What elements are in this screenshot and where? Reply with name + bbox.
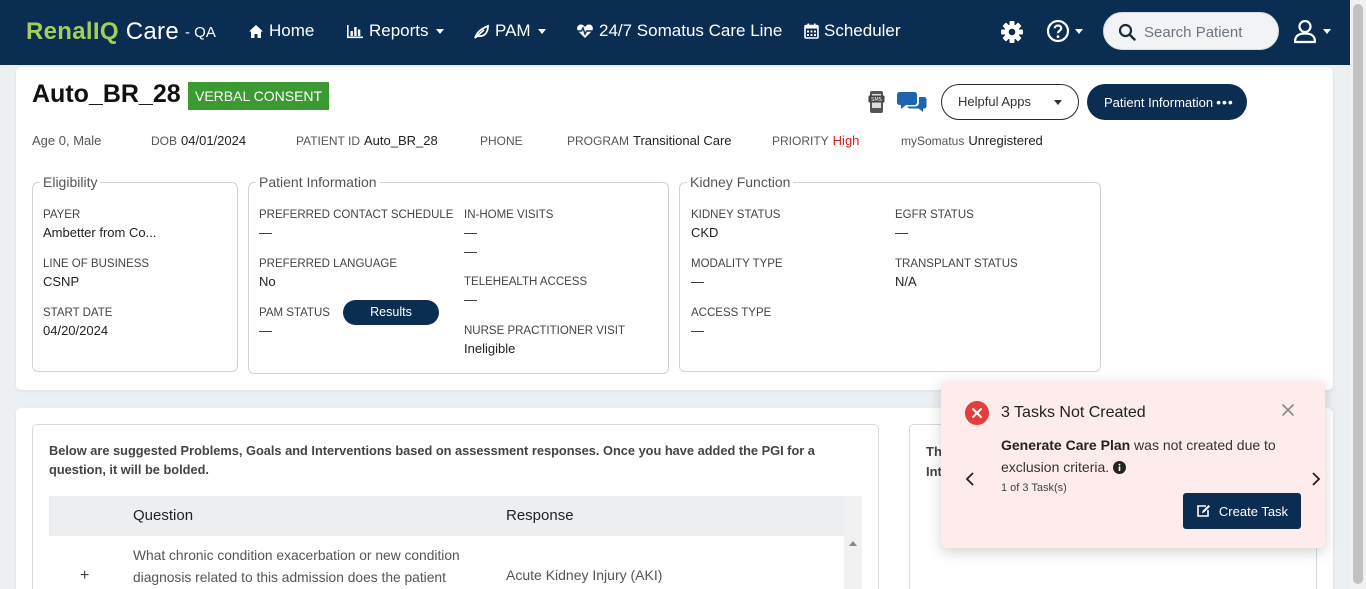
nav-pam[interactable]: PAM xyxy=(473,21,546,41)
patient-id-field: PATIENT ID Auto_BR_28 xyxy=(296,133,438,148)
expand-row-icon[interactable]: + xyxy=(80,567,89,585)
chat-icon[interactable] xyxy=(897,90,927,114)
mysomatus-field: mySomatus Unregistered xyxy=(901,133,1043,148)
preferred-contact-field: PREFERRED CONTACT SCHEDULE — xyxy=(259,209,454,240)
kidney-function-legend: Kidney Function xyxy=(690,174,791,190)
leaf-icon xyxy=(474,24,489,39)
nav-home-label: Home xyxy=(269,21,315,40)
edit-icon xyxy=(1197,505,1210,517)
pgi-intro-text: Below are suggested Problems, Goals and … xyxy=(49,443,815,477)
patient-information-button[interactable]: Patient Information ••• xyxy=(1087,84,1247,120)
toast-title: 3 Tasks Not Created xyxy=(1001,404,1146,421)
kidney-status-field: KIDNEY STATUS CKD xyxy=(691,209,781,240)
page-scrollbar[interactable] xyxy=(1350,0,1366,589)
patient-information-label: Patient Information xyxy=(1104,95,1214,110)
helpful-apps-label: Helpful Apps xyxy=(958,94,1031,109)
column-question: Question xyxy=(133,507,194,524)
line-of-business-field: LINE OF BUSINESS CSNP xyxy=(43,258,150,289)
patient-name: Auto_BR_28 xyxy=(32,80,181,108)
nav-reports-label: Reports xyxy=(369,21,429,40)
telehealth-access-field: TELEHEALTH ACCESS — xyxy=(464,276,588,307)
chevron-down-icon xyxy=(1075,28,1083,34)
nav-scheduler-label: Scheduler xyxy=(824,21,901,40)
top-navbar: RenalIQ Care - QA Home Reports PAM 24/7 … xyxy=(0,0,1350,65)
gear-icon[interactable] xyxy=(1000,20,1024,44)
sms-icon[interactable]: SMS xyxy=(868,90,889,114)
consent-badge: VERBAL CONSENT xyxy=(188,82,330,110)
scroll-up-arrow-icon[interactable] xyxy=(849,541,857,546)
pgi-table-header: Question Response xyxy=(49,496,844,536)
home-icon xyxy=(249,24,263,38)
environment-label: - QA xyxy=(185,24,216,41)
scrollbar-thumb[interactable] xyxy=(1353,4,1363,584)
table-row-response: Acute Kidney Injury (AKI) xyxy=(506,567,663,583)
egfr-status-field: EGFR STATUS — xyxy=(895,209,974,240)
preferred-language-field: PREFERRED LANGUAGE No xyxy=(259,258,398,289)
chevron-right-icon[interactable] xyxy=(1310,471,1322,487)
phone-field: PHONE xyxy=(480,134,523,148)
nav-care-line[interactable]: 24/7 Somatus Care Line xyxy=(576,21,782,41)
chevron-down-icon xyxy=(1054,100,1062,105)
transplant-status-field: TRANSPLANT STATUS N/A xyxy=(895,258,1018,289)
user-icon xyxy=(1293,19,1317,44)
help-menu[interactable] xyxy=(1046,19,1083,43)
chevron-left-icon[interactable] xyxy=(964,471,976,487)
access-type-field: ACCESS TYPE — xyxy=(691,307,772,338)
eligibility-legend: Eligibility xyxy=(43,174,98,190)
error-icon xyxy=(965,401,989,425)
in-home-visits-field: IN-HOME VISITS — — xyxy=(464,209,554,259)
table-scrollbar[interactable] xyxy=(844,496,862,589)
heartbeat-icon xyxy=(577,24,593,38)
pam-status-field: PAM STATUS — xyxy=(259,307,330,338)
toast-message: Generate Care Plan was not created due t… xyxy=(1001,437,1276,475)
chevron-down-icon xyxy=(1323,28,1331,34)
create-task-button[interactable]: Create Task xyxy=(1183,493,1301,529)
nav-scheduler[interactable]: Scheduler xyxy=(804,21,901,41)
pam-results-button[interactable]: Results xyxy=(343,300,439,325)
svg-text:SMS: SMS xyxy=(871,97,882,103)
search-input[interactable] xyxy=(1144,21,1270,43)
create-task-label: Create Task xyxy=(1218,503,1289,519)
payer-field: PAYER Ambetter from Co... xyxy=(43,209,157,240)
nav-care-line-label: 24/7 Somatus Care Line xyxy=(599,21,783,40)
chevron-down-icon xyxy=(435,28,444,34)
bar-chart-icon xyxy=(347,24,363,38)
nurse-practitioner-field: NURSE PRACTITIONER VISIT Ineligible xyxy=(464,325,626,356)
patient-search[interactable] xyxy=(1103,12,1279,50)
helpful-apps-dropdown[interactable]: Helpful Apps xyxy=(941,84,1079,120)
nav-pam-label: PAM xyxy=(495,21,531,40)
nav-reports[interactable]: Reports xyxy=(346,21,444,41)
side-panel-text: Th Int xyxy=(926,444,942,479)
patient-information-legend: Patient Information xyxy=(259,174,377,190)
task-counter: 1 of 3 Task(s) xyxy=(1001,482,1067,494)
age-sex: Age 0, Male xyxy=(32,133,102,148)
modality-type-field: MODALITY TYPE — xyxy=(691,258,783,289)
app-logo[interactable]: RenalIQ Care xyxy=(26,18,179,46)
info-icon[interactable] xyxy=(1113,461,1127,474)
close-icon[interactable] xyxy=(1281,403,1295,417)
priority-field: PRIORITY High xyxy=(772,133,860,148)
question-circle-icon xyxy=(1046,19,1070,43)
program-field: PROGRAM Transitional Care xyxy=(567,133,732,148)
column-response: Response xyxy=(506,507,574,524)
search-icon xyxy=(1118,23,1136,41)
dob-field: DOB 04/01/2024 xyxy=(151,133,247,148)
tasks-not-created-toast: 3 Tasks Not Created Generate Care Plan w… xyxy=(941,381,1325,548)
calendar-icon xyxy=(804,23,819,39)
table-row-question: What chronic condition exacerbation or n… xyxy=(133,548,460,585)
user-menu[interactable] xyxy=(1292,18,1331,44)
more-dots-icon: ••• xyxy=(1216,94,1234,110)
chevron-down-icon xyxy=(537,28,546,34)
start-date-field: START DATE 04/20/2024 xyxy=(43,307,113,338)
nav-home[interactable]: Home xyxy=(248,21,314,41)
